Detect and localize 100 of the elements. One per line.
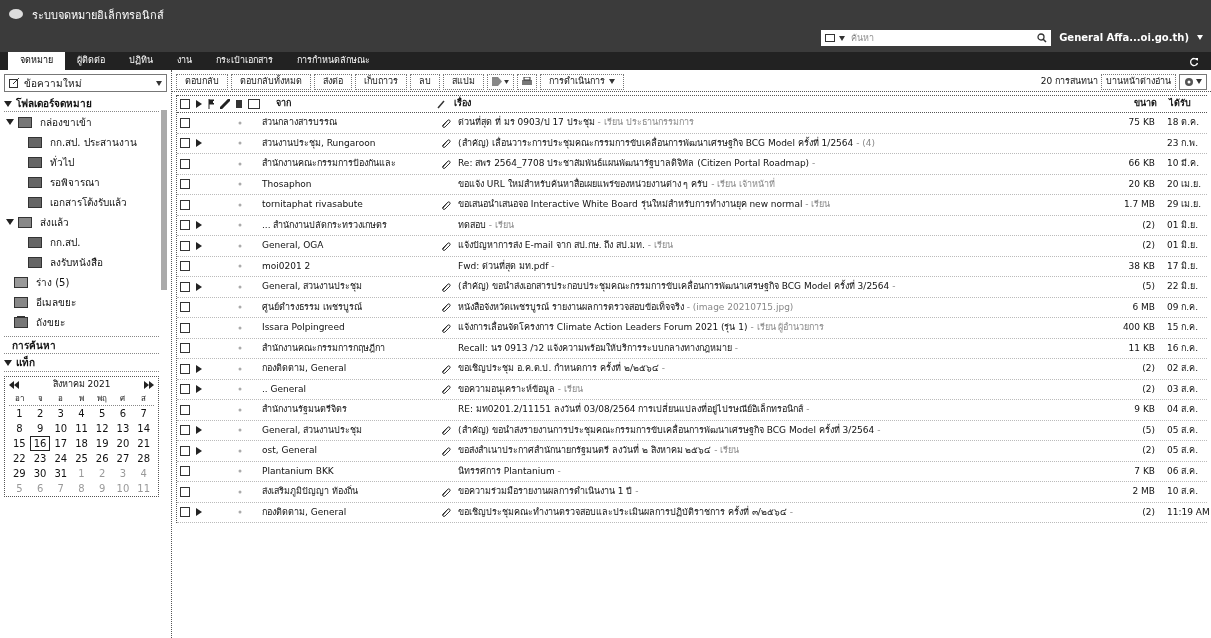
checkbox[interactable] (180, 138, 190, 149)
next-month-icon[interactable] (144, 381, 154, 389)
checkbox[interactable] (180, 404, 190, 415)
calendar-day[interactable]: 18 (71, 436, 92, 451)
calendar-day[interactable]: 21 (133, 436, 154, 451)
app-tab[interactable]: ผู้ติดต่อ (65, 52, 117, 70)
expand-arrow-icon[interactable] (6, 218, 14, 226)
toolbar-button[interactable]: ส่งต่อ (314, 73, 352, 90)
checkbox[interactable] (180, 384, 190, 395)
section-header[interactable]: การค้นหา (12, 337, 56, 353)
calendar-day[interactable]: 10 (50, 421, 72, 436)
checkbox[interactable] (180, 466, 190, 477)
folder-item[interactable]: กล่องขาเข้า (40, 114, 92, 130)
calendar-day[interactable]: 26 (91, 451, 113, 466)
column-header[interactable]: เรื่อง (446, 97, 1123, 111)
folder-item[interactable]: ส่งแล้ว (40, 214, 69, 230)
calendar-day[interactable]: 28 (133, 451, 154, 466)
checkbox[interactable] (180, 302, 190, 313)
folder-item[interactable]: กก.สป. (50, 234, 81, 250)
view-menu-button[interactable] (1179, 73, 1207, 90)
calendar-day[interactable]: 12 (91, 421, 113, 436)
checkbox[interactable] (180, 240, 190, 251)
app-tab[interactable]: ปฏิทิน (117, 52, 165, 70)
app-tab[interactable]: งาน (165, 52, 204, 70)
app-tab[interactable]: การกำหนดลักษณะ (285, 52, 382, 70)
search-field[interactable]: ค้นหา (847, 30, 1034, 46)
checkbox[interactable] (180, 281, 190, 292)
checkbox[interactable] (180, 158, 190, 169)
calendar-day[interactable]: 8 (9, 421, 30, 436)
folder-item[interactable]: อีเมลขยะ (36, 294, 76, 310)
toolbar-button[interactable]: ตอบกลับ (176, 73, 228, 90)
expand-thread-icon[interactable] (196, 446, 202, 455)
calendar-day[interactable]: 5 (91, 406, 113, 421)
dropdown-caret-icon[interactable] (1197, 35, 1203, 40)
calendar-day[interactable]: 30 (29, 466, 51, 481)
folder-item[interactable]: เอกสารโต้งรับแล้ว (50, 194, 127, 210)
folder-item[interactable]: ทั่วไป (50, 154, 74, 170)
actions-button[interactable]: การดำเนินการ (540, 73, 624, 90)
folder-item[interactable]: รอพิจารณา (50, 174, 100, 190)
expand-thread-icon[interactable] (196, 426, 202, 435)
calendar-day[interactable]: 14 (133, 421, 154, 436)
expand-thread-icon[interactable] (196, 241, 202, 250)
checkbox[interactable] (180, 425, 190, 436)
expand-arrow-icon[interactable] (6, 118, 14, 126)
toolbar-button[interactable]: สแปม (443, 73, 484, 90)
calendar-day[interactable]: 7 (133, 406, 154, 421)
user-menu[interactable]: General Affa...oi.go.th) (1059, 30, 1189, 45)
checkbox[interactable] (180, 445, 190, 456)
checkbox[interactable] (180, 117, 190, 128)
expand-arrow-icon[interactable] (4, 358, 12, 367)
folder-item[interactable]: ลงรับหนังสือ (50, 254, 103, 270)
calendar-day[interactable]: 9 (29, 421, 51, 436)
expand-thread-icon[interactable] (196, 221, 202, 230)
calendar-day[interactable]: 3 (50, 406, 72, 421)
toolbar-button[interactable]: เก็บถาวร (355, 73, 407, 90)
new-message-button[interactable]: ข้อความใหม่ (4, 74, 167, 92)
calendar-day[interactable]: 19 (91, 436, 113, 451)
section-header[interactable]: แท็ก (16, 355, 35, 370)
folder-item[interactable]: ถังขยะ (36, 314, 65, 330)
expand-thread-icon[interactable] (196, 364, 202, 373)
print-button[interactable] (517, 73, 537, 90)
checkbox[interactable] (180, 486, 190, 497)
calendar-day[interactable]: 1 (9, 406, 30, 421)
calendar-day[interactable]: 15 (9, 436, 30, 451)
search-button[interactable] (1033, 30, 1052, 46)
toolbar-button[interactable]: ตอบกลับทั้งหมด (231, 73, 311, 90)
column-header[interactable]: จาก (260, 97, 430, 111)
calendar-day[interactable]: 2 (29, 406, 51, 421)
calendar-day[interactable]: 24 (50, 451, 72, 466)
checkbox[interactable] (180, 99, 190, 109)
checkbox[interactable] (180, 199, 190, 210)
refresh-icon[interactable] (1189, 57, 1199, 67)
checkbox[interactable] (180, 261, 190, 272)
calendar-day[interactable]: 17 (50, 436, 72, 451)
expand-thread-icon[interactable] (196, 385, 202, 394)
checkbox[interactable] (180, 343, 190, 354)
calendar-day[interactable]: 23 (29, 451, 51, 466)
previous-month-icon[interactable] (9, 381, 19, 389)
folder-item[interactable]: ร่าง (5) (36, 274, 70, 290)
checkbox[interactable] (180, 322, 190, 333)
calendar-day[interactable]: 6 (112, 406, 134, 421)
checkbox[interactable] (180, 220, 190, 231)
expand-thread-icon[interactable] (196, 508, 202, 517)
calendar-day[interactable]: 16 (29, 436, 51, 451)
column-header[interactable]: ได้รับ (1157, 97, 1207, 111)
calendar-day[interactable]: 27 (112, 451, 134, 466)
scrollbar[interactable] (161, 110, 167, 290)
checkbox[interactable] (180, 507, 190, 518)
calendar-day[interactable]: 20 (112, 436, 134, 451)
expand-thread-icon[interactable] (196, 139, 202, 148)
calendar-day[interactable]: 13 (112, 421, 134, 436)
calendar-day[interactable]: 22 (9, 451, 30, 466)
calendar-day[interactable]: 4 (71, 406, 92, 421)
reading-pane-button[interactable]: บานหน้าต่างอ่าน (1101, 73, 1176, 90)
search-scope-button[interactable] (821, 30, 848, 46)
checkbox[interactable] (180, 179, 190, 190)
calendar-day[interactable]: 29 (9, 466, 30, 481)
column-header[interactable]: ขนาด (1123, 97, 1157, 111)
expand-arrow-icon[interactable] (4, 99, 12, 108)
folder-item[interactable]: กก.สป. ประสานงาน (50, 134, 137, 150)
